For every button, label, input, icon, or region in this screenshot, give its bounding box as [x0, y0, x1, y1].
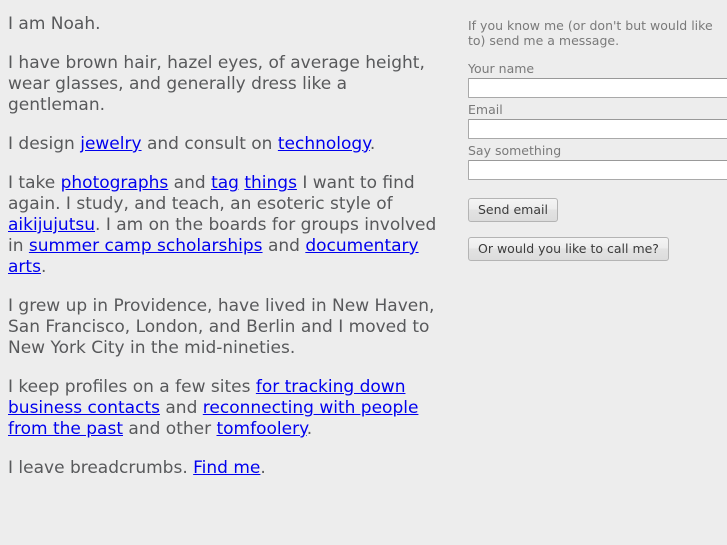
bio-text: and	[168, 173, 212, 193]
input-your-name[interactable]	[468, 78, 727, 98]
bio-text: and	[262, 236, 306, 256]
bio-link[interactable]: Find me	[193, 458, 260, 478]
bio-link[interactable]: photographs	[61, 173, 169, 193]
contact-intro-text: If you know me (or don't but would like …	[468, 18, 713, 48]
bio-text: .	[40, 257, 47, 277]
bio-text: I grew up in Providence, have lived in N…	[8, 296, 435, 358]
bio-text: and	[159, 398, 203, 418]
bio-link[interactable]: tag	[211, 173, 239, 193]
bio-text: I am Noah.	[8, 14, 101, 34]
label-email: Email	[468, 102, 503, 117]
input-say-something[interactable]	[468, 160, 727, 180]
bio-link[interactable]: tomfoolery	[216, 419, 306, 439]
send-email-button-wrap: Send email	[468, 198, 727, 222]
contact-column: If you know me (or don't but would like …	[468, 18, 727, 261]
call-me-button[interactable]: Or would you like to call me?	[468, 237, 669, 261]
bio-text: and other	[123, 419, 217, 439]
bio-paragraph-breadcrumbs: I leave breadcrumbs. Find me.	[8, 458, 440, 479]
bio-link[interactable]: technology	[278, 134, 370, 154]
bio-paragraph-work: I design jewelry and consult on technolo…	[8, 134, 440, 155]
bio-paragraph-intro-name: I am Noah.	[8, 14, 440, 35]
bio-link[interactable]: things	[244, 173, 297, 193]
call-me-button-wrap: Or would you like to call me?	[468, 237, 727, 261]
bio-text: I leave breadcrumbs.	[8, 458, 194, 478]
bio-text: and consult on	[141, 134, 278, 154]
label-say-something: Say something	[468, 143, 562, 158]
bio-text: I design	[8, 134, 81, 154]
bio-link[interactable]: aikijujutsu	[8, 215, 95, 235]
label-your-name: Your name	[468, 61, 535, 76]
bio-text: .	[260, 458, 266, 478]
contact-form: Your name Email Say something	[468, 61, 727, 180]
input-email[interactable]	[468, 119, 727, 139]
page-root: I am Noah. I have brown hair, hazel eyes,…	[0, 0, 727, 545]
bio-link[interactable]: jewelry	[80, 134, 141, 154]
bio-paragraph-appearance: I have brown hair, hazel eyes, of averag…	[8, 53, 440, 116]
bio-paragraph-hobbies: I take photographs and tag things I want…	[8, 173, 440, 278]
bio-text: .	[306, 419, 313, 439]
send-email-button[interactable]: Send email	[468, 198, 558, 222]
bio-link[interactable]: summer camp scholarships	[29, 236, 263, 256]
bio-text: I have brown hair, hazel eyes, of averag…	[8, 53, 425, 115]
bio-text: I take	[8, 173, 61, 193]
bio-column: I am Noah. I have brown hair, hazel eyes,…	[8, 14, 440, 479]
bio-paragraph-geography: I grew up in Providence, have lived in N…	[8, 296, 440, 359]
bio-text: .	[369, 134, 376, 154]
bio-paragraph-profiles: I keep profiles on a few sites for track…	[8, 377, 440, 440]
bio-text: I keep profiles on a few sites	[8, 377, 256, 397]
